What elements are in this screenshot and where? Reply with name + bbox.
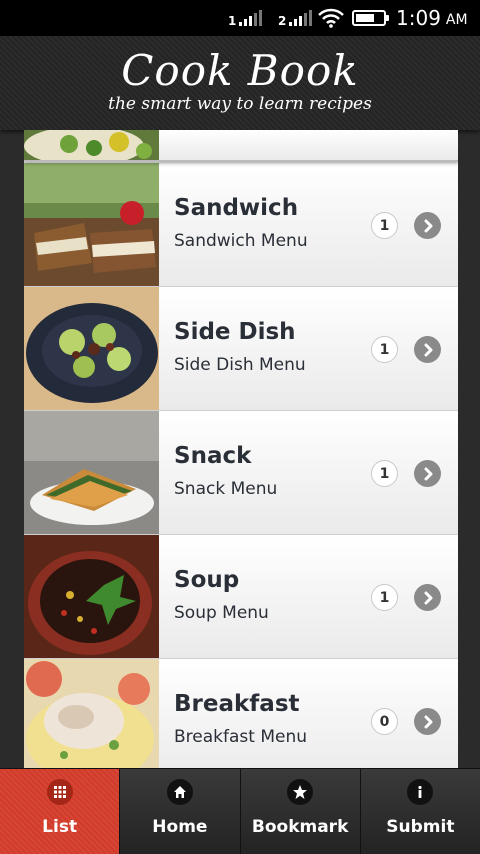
row-title: Side Dish (174, 319, 296, 345)
battery-icon (352, 0, 389, 36)
sim2-signal: 2 (278, 0, 313, 36)
status-time: 1:09 (396, 6, 441, 30)
app-logo-tagline: the smart way to learn recipes (108, 94, 372, 114)
count-badge: 1 (371, 584, 398, 611)
row-subtitle: Breakfast Menu (174, 727, 308, 747)
sim2-label: 2 (278, 14, 287, 28)
app-header: Cook Book the smart way to learn recipes (0, 36, 480, 130)
tab-bookmark[interactable]: Bookmark (240, 769, 361, 854)
recipe-thumbnail (24, 130, 159, 160)
list-item[interactable]: Soup Soup Menu 1 (24, 535, 458, 659)
tab-list[interactable]: List (0, 769, 121, 854)
chevron-right-icon[interactable] (414, 212, 441, 239)
recipe-thumbnail (24, 287, 159, 410)
count-badge: 0 (371, 708, 398, 735)
wifi-icon (318, 0, 344, 36)
star-icon (287, 779, 314, 805)
tab-label: Submit (386, 817, 455, 837)
tab-submit[interactable]: Submit (360, 769, 480, 854)
status-bar: 1 2 1:09 AM (0, 0, 480, 36)
list-item[interactable]: Sandwich Sandwich Menu 1 (24, 163, 458, 287)
row-subtitle: Snack Menu (174, 479, 278, 499)
row-title: Soup (174, 567, 240, 593)
recipe-thumbnail (24, 659, 159, 768)
list-item[interactable] (24, 130, 458, 162)
home-icon (166, 779, 193, 805)
signal-icon (239, 10, 263, 26)
app-logo-title: Cook Book (121, 46, 359, 95)
sim1-signal: 1 (228, 0, 263, 36)
row-title: Snack (174, 443, 252, 469)
recipe-thumbnail (24, 411, 159, 534)
row-subtitle: Side Dish Menu (174, 355, 306, 375)
chevron-right-icon[interactable] (414, 460, 441, 487)
list-item[interactable]: Breakfast Breakfast Menu 0 (24, 659, 458, 768)
list-item[interactable]: Side Dish Side Dish Menu 1 (24, 287, 458, 411)
tab-label: Bookmark (251, 817, 349, 837)
row-title: Breakfast (174, 691, 300, 717)
recipe-thumbnail (24, 535, 159, 658)
category-list[interactable]: Sandwich Sandwich Menu 1 Side Dish Side … (24, 130, 458, 768)
row-title: Sandwich (174, 195, 299, 221)
chevron-right-icon[interactable] (414, 336, 441, 363)
list-item[interactable]: Snack Snack Menu 1 (24, 411, 458, 535)
recipe-thumbnail (24, 163, 159, 286)
tab-label: List (42, 817, 78, 837)
chevron-right-icon[interactable] (414, 584, 441, 611)
grid-icon (46, 779, 73, 805)
clock: 1:09 AM (396, 0, 468, 36)
tab-label: Home (152, 817, 208, 837)
tab-bar: List Home Bookmark Submit (0, 768, 480, 854)
status-ampm: AM (445, 11, 468, 28)
row-subtitle: Sandwich Menu (174, 231, 308, 251)
tab-home[interactable]: Home (120, 769, 241, 854)
count-badge: 1 (371, 336, 398, 363)
info-icon (407, 779, 434, 805)
sim1-label: 1 (228, 14, 237, 28)
count-badge: 1 (371, 460, 398, 487)
row-subtitle: Soup Menu (174, 603, 269, 623)
chevron-right-icon[interactable] (414, 708, 441, 735)
count-badge: 1 (371, 212, 398, 239)
signal-icon (289, 10, 313, 26)
